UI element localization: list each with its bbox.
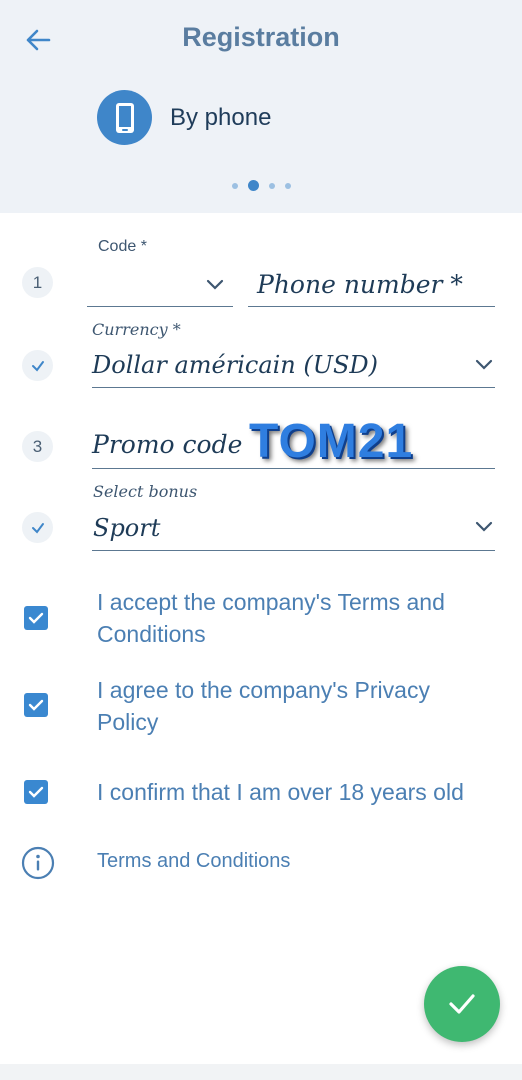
phone-underline bbox=[248, 306, 495, 307]
currency-dropdown[interactable] bbox=[475, 358, 493, 376]
age-checkbox[interactable] bbox=[24, 780, 48, 804]
privacy-checkbox[interactable] bbox=[24, 693, 48, 717]
currency-label: Currency * bbox=[92, 320, 181, 339]
checkmark-icon bbox=[28, 699, 44, 711]
checkmark-icon bbox=[28, 786, 44, 798]
phone-number-input[interactable]: Phone number * bbox=[257, 270, 463, 299]
step-dots bbox=[0, 180, 522, 191]
phone-icon bbox=[97, 90, 152, 145]
step-dot bbox=[284, 182, 291, 189]
check-icon bbox=[31, 522, 44, 534]
chevron-down-icon bbox=[475, 521, 493, 532]
promo-code-input[interactable]: Promo code bbox=[92, 430, 242, 459]
checkmark-icon bbox=[28, 612, 44, 624]
currency-select[interactable]: Dollar américain (USD) bbox=[92, 351, 378, 379]
bonus-dropdown[interactable] bbox=[475, 520, 493, 538]
step-dot bbox=[268, 182, 275, 189]
bottom-strip bbox=[0, 1064, 522, 1080]
chevron-down-icon bbox=[206, 279, 224, 290]
currency-underline bbox=[92, 387, 495, 388]
code-label: Code * bbox=[98, 238, 147, 255]
bonus-label: Select bonus bbox=[93, 482, 198, 501]
check-icon bbox=[449, 994, 475, 1014]
method-label: By phone bbox=[170, 103, 272, 131]
step-dot-active bbox=[247, 180, 259, 191]
step-done-bonus bbox=[22, 512, 53, 543]
age-agreement-text: I confirm that I am over 18 years old bbox=[97, 779, 464, 805]
privacy-agreement-text: I agree to the company's Privacy Policy bbox=[97, 677, 430, 735]
code-dropdown[interactable] bbox=[206, 278, 224, 296]
chevron-down-icon bbox=[475, 359, 493, 370]
terms-and-conditions-link[interactable]: Terms and Conditions bbox=[97, 850, 290, 873]
step-done-currency bbox=[22, 350, 53, 381]
header: Registration By phone bbox=[0, 0, 522, 213]
registration-method[interactable]: By phone bbox=[97, 90, 271, 145]
info-icon bbox=[21, 846, 55, 885]
promo-underline bbox=[92, 468, 495, 469]
step-number-1: 1 bbox=[22, 267, 53, 298]
step-dot bbox=[231, 182, 238, 189]
page-title: Registration bbox=[182, 22, 340, 52]
promo-code-value: TOM21 bbox=[249, 415, 414, 468]
bonus-underline bbox=[92, 550, 495, 551]
terms-checkbox[interactable] bbox=[24, 606, 48, 630]
bonus-select[interactable]: Sport bbox=[93, 514, 160, 542]
terms-agreement-text: I accept the company's Terms and Conditi… bbox=[97, 589, 445, 647]
step-number-3: 3 bbox=[22, 431, 53, 462]
confirm-button[interactable] bbox=[424, 966, 500, 1042]
check-icon bbox=[31, 360, 44, 372]
code-underline bbox=[87, 306, 233, 307]
